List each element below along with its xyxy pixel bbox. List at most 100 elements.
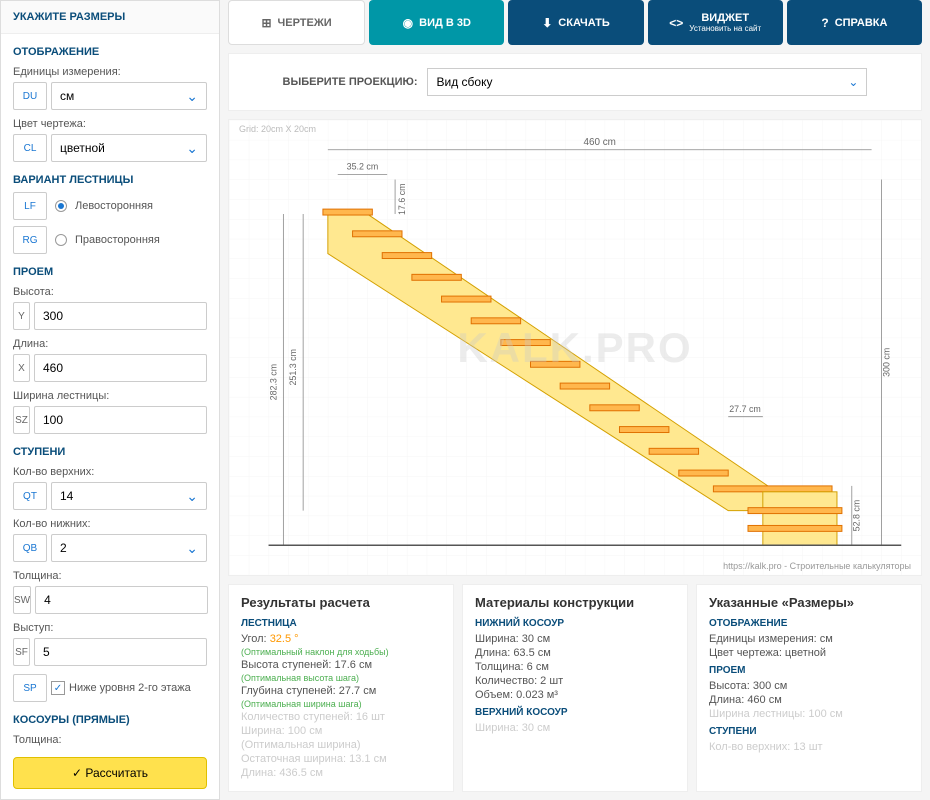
svg-text:27.7 cm: 27.7 cm	[729, 404, 761, 414]
sp-checkbox[interactable]: ✓	[51, 681, 65, 695]
height-label: Высота:	[13, 286, 207, 298]
sidebar-header: УКАЖИТЕ РАЗМЕРЫ	[1, 1, 219, 34]
color-label: Цвет чертежа:	[13, 118, 207, 130]
height-prefix: Y	[13, 302, 30, 330]
length-label: Длина:	[13, 338, 207, 350]
toolbar: ⊞ ЧЕРТЕЖИ ◉ВИД В 3D ⬇СКАЧАТЬ <> ВИДЖЕТУста…	[220, 0, 930, 45]
section-display: ОТОБРАЖЕНИЕ	[13, 46, 207, 58]
c2-t: Толщина: 6 см	[475, 661, 675, 673]
col1-sec1: ЛЕСТНИЦА	[241, 618, 441, 629]
section-opening: ПРОЕМ	[13, 266, 207, 278]
c2-w: Ширина: 30 см	[475, 633, 675, 645]
code-icon: <>	[669, 16, 683, 30]
tab-download-label: СКАЧАТЬ	[558, 17, 610, 29]
cube-icon: ◉	[403, 16, 413, 30]
projection-select[interactable]: Вид сбоку	[427, 68, 867, 96]
tab-help-label: СПРАВКА	[835, 17, 888, 29]
angle-note: (Оптимальный наклон для ходьбы)	[241, 647, 441, 657]
over-input[interactable]	[34, 638, 207, 666]
length-line: Длина: 436.5 см	[241, 767, 441, 779]
tab-view3d[interactable]: ◉ВИД В 3D	[369, 0, 504, 45]
units-prefix: DU	[13, 82, 47, 110]
length-input[interactable]	[34, 354, 207, 382]
height-input[interactable]	[34, 302, 207, 330]
rise-line: Высота ступеней: 17.6 см	[241, 659, 441, 671]
angle-line: Угол: 32.5 °	[241, 633, 441, 645]
sp-prefix: SP	[13, 674, 47, 702]
svg-text:282.3 cm: 282.3 cm	[268, 364, 278, 401]
svg-text:17.6 cm: 17.6 cm	[397, 183, 407, 215]
qbot-label: Кол-во нижних:	[13, 518, 207, 530]
remain-line: Остаточная ширина: 13.1 см	[241, 753, 441, 765]
c2-v: Объем: 0.023 м³	[475, 689, 675, 701]
col2-sec2: ВЕРХНИЙ КОСОУР	[475, 707, 675, 718]
width-label: Ширина лестницы:	[13, 390, 207, 402]
results-col1: Результаты расчета ЛЕСТНИЦА Угол: 32.5 °…	[228, 584, 454, 792]
qtop-select[interactable]: 14	[51, 482, 207, 510]
over-label: Выступ:	[13, 622, 207, 634]
svg-text:35.2 cm: 35.2 cm	[347, 162, 379, 172]
tab-widget[interactable]: <> ВИДЖЕТУстановить на сайт	[648, 0, 783, 45]
drawing-canvas: Grid: 20cm X 20cm KALK.PRO 460 cm 35.2 c…	[228, 119, 922, 576]
width-prefix: SZ	[13, 406, 30, 434]
tab-help[interactable]: ?СПРАВКА	[787, 0, 922, 45]
watermark: KALK.PRO	[457, 324, 692, 372]
results-col2: Материалы конструкции НИЖНИЙ КОСОУР Шири…	[462, 584, 688, 792]
c2-q: Количество: 2 шт	[475, 675, 675, 687]
qbot-select[interactable]: 2	[51, 534, 207, 562]
c3-w: Ширина лестницы: 100 см	[709, 708, 909, 720]
units-label: Единицы измерения:	[13, 66, 207, 78]
width-note: (Оптимальная ширина)	[241, 739, 441, 751]
sidebar: УКАЖИТЕ РАЗМЕРЫ ОТОБРАЖЕНИЕ Единицы изме…	[0, 0, 220, 800]
svg-text:251.3 cm: 251.3 cm	[288, 349, 298, 386]
col2-title: Материалы конструкции	[475, 595, 675, 610]
c2-w2: Ширина: 30 см	[475, 722, 675, 734]
section-stringers: КОСОУРЫ (ПРЯМЫЕ)	[13, 714, 207, 726]
col3-sec3: СТУПЕНИ	[709, 726, 909, 737]
tab-drawings[interactable]: ⊞ ЧЕРТЕЖИ	[228, 0, 365, 45]
c3-color: Цвет чертежа: цветной	[709, 647, 909, 659]
qtop-label: Кол-во верхних:	[13, 466, 207, 478]
color-prefix: CL	[13, 134, 47, 162]
svg-text:52.8 cm: 52.8 cm	[852, 500, 862, 532]
thick-label: Толщина:	[13, 570, 207, 582]
tab-download[interactable]: ⬇СКАЧАТЬ	[508, 0, 643, 45]
projection-label: ВЫБЕРИТЕ ПРОЕКЦИЮ:	[283, 76, 418, 88]
radio-left[interactable]	[55, 200, 67, 212]
units-select[interactable]: см	[51, 82, 207, 110]
radio-left-label: Левосторонняя	[75, 200, 153, 212]
section-steps: СТУПЕНИ	[13, 446, 207, 458]
thick-input[interactable]	[35, 586, 208, 614]
sidebar-body: ОТОБРАЖЕНИЕ Единицы измерения: DU см Цве…	[1, 34, 219, 747]
qbot-prefix: QB	[13, 534, 47, 562]
thick-prefix: SW	[13, 586, 31, 614]
c3-units: Единицы измерения: см	[709, 633, 909, 645]
tab-drawings-label: ЧЕРТЕЖИ	[278, 17, 332, 29]
tab-widget-label: ВИДЖЕТ	[701, 12, 749, 24]
col3-title: Указанные «Размеры»	[709, 595, 909, 610]
variant-left-prefix: LF	[13, 192, 47, 220]
c3-l: Длина: 460 см	[709, 694, 909, 706]
drawings-icon: ⊞	[261, 16, 271, 30]
radio-right[interactable]	[55, 234, 67, 246]
main: ⊞ ЧЕРТЕЖИ ◉ВИД В 3D ⬇СКАЧАТЬ <> ВИДЖЕТУста…	[220, 0, 930, 800]
results-col3: Указанные «Размеры» ОТОБРАЖЕНИЕ Единицы …	[696, 584, 922, 792]
width-input[interactable]	[34, 406, 207, 434]
color-select[interactable]: цветной	[51, 134, 207, 162]
results: Результаты расчета ЛЕСТНИЦА Угол: 32.5 °…	[228, 584, 922, 792]
col1-title: Результаты расчета	[241, 595, 441, 610]
tab-widget-sub: Установить на сайт	[689, 24, 761, 33]
c3-qt: Кол-во верхних: 13 шт	[709, 741, 909, 753]
projection-row: ВЫБЕРИТЕ ПРОЕКЦИЮ: Вид сбоку	[228, 53, 922, 111]
svg-text:300 cm: 300 cm	[881, 348, 891, 377]
stringer-thick-label: Толщина:	[13, 734, 207, 746]
count-line: Количество ступеней: 16 шт	[241, 711, 441, 723]
calculate-button[interactable]: ✓ Рассчитать	[13, 757, 207, 789]
section-variant: ВАРИАНТ ЛЕСТНИЦЫ	[13, 174, 207, 186]
col3-sec2: ПРОЕМ	[709, 665, 909, 676]
svg-text:460 cm: 460 cm	[584, 137, 616, 148]
radio-right-label: Правосторонняя	[75, 234, 160, 246]
col2-sec1: НИЖНИЙ КОСОУР	[475, 618, 675, 629]
sp-label: Ниже уровня 2-го этажа	[69, 682, 207, 694]
col3-sec1: ОТОБРАЖЕНИЕ	[709, 618, 909, 629]
